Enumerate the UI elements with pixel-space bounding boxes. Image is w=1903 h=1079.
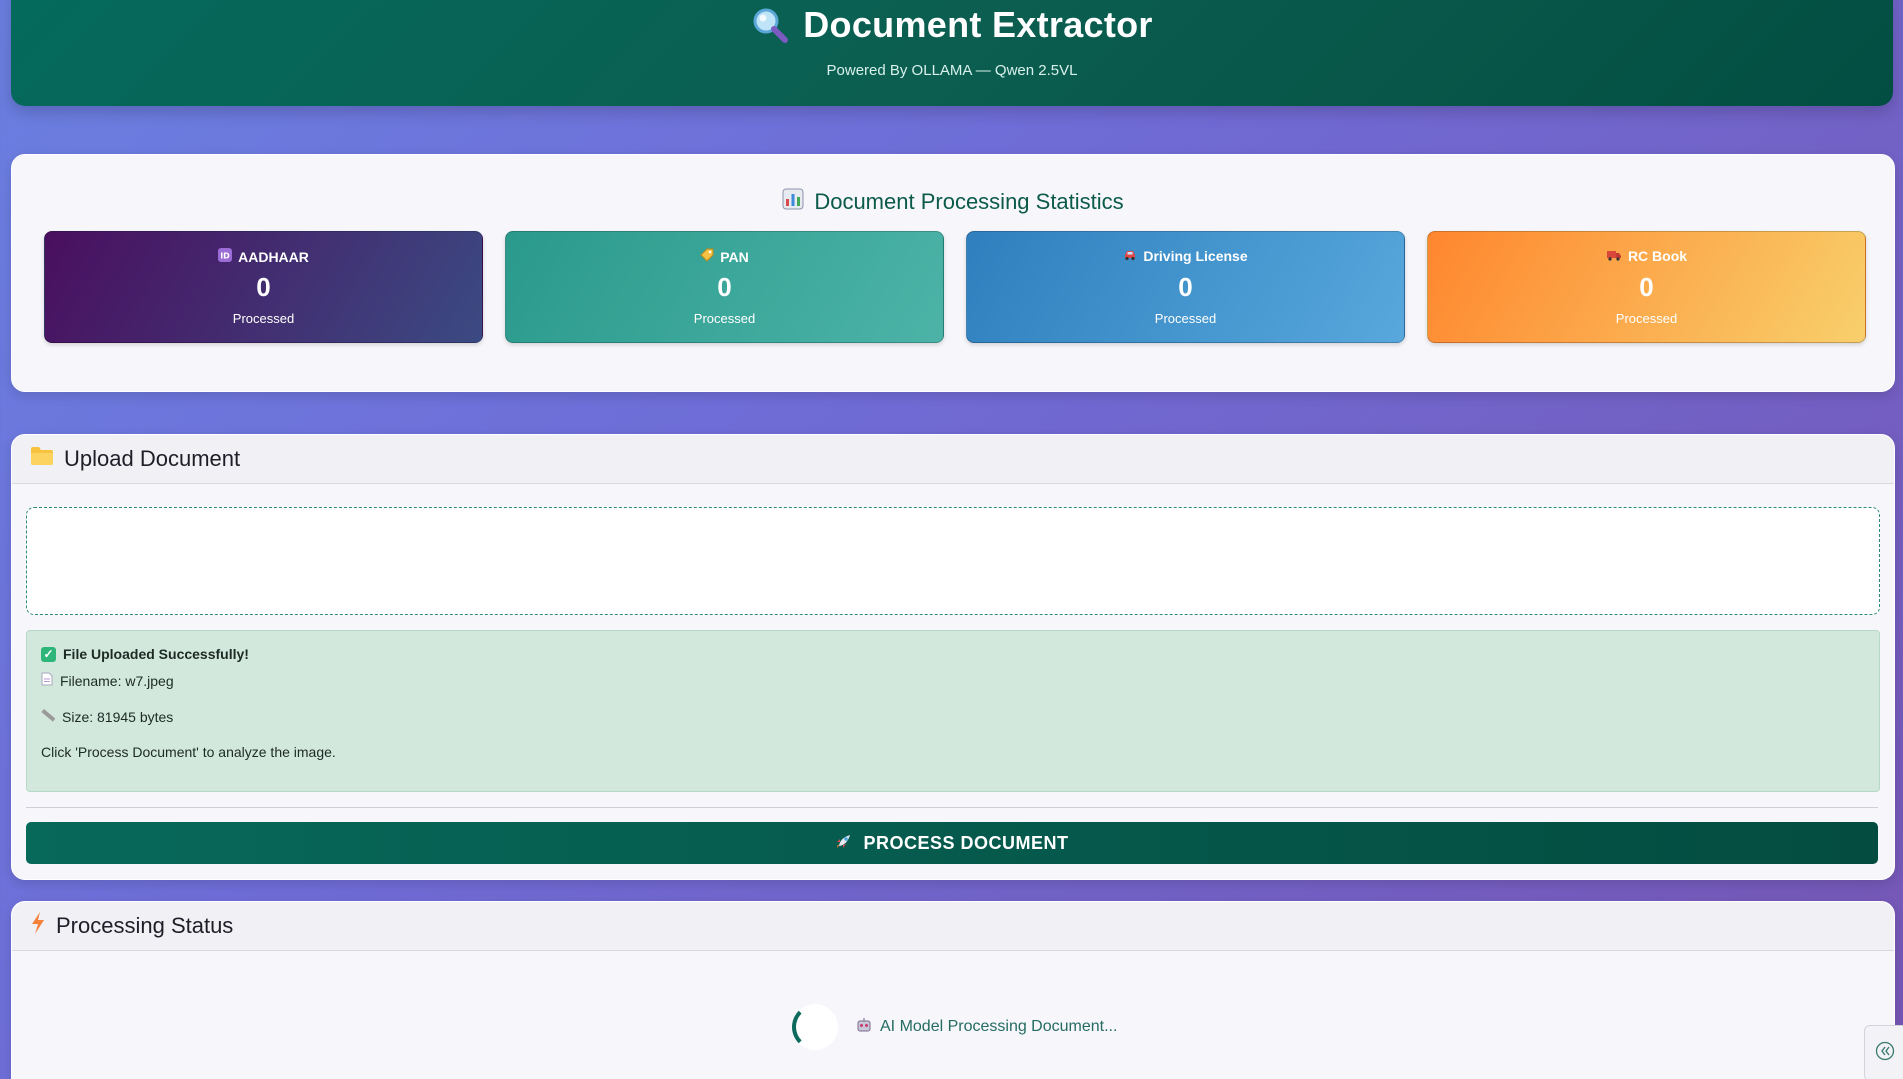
stat-card-rc-book: RC Book 0 Processed — [1427, 231, 1866, 343]
stat-card-aadhaar: ID AADHAAR 0 Processed — [44, 231, 483, 343]
collapse-panel-button[interactable] — [1864, 1025, 1903, 1079]
statistics-card: Document Processing Statistics ID AADHAA… — [11, 154, 1895, 392]
stat-label: PAN — [720, 248, 749, 265]
upload-card-header: Upload Document — [12, 435, 1894, 484]
stat-card-pan: PAN 0 Processed — [505, 231, 944, 343]
file-dropzone[interactable] — [26, 507, 1880, 615]
truck-icon — [1606, 248, 1622, 264]
checkmark-icon: ✓ — [41, 646, 56, 662]
bar-chart-icon — [782, 188, 804, 216]
stat-sub: Processed — [1615, 311, 1678, 326]
stat-sub: Processed — [232, 311, 295, 326]
ruler-icon — [41, 708, 56, 725]
car-icon — [1123, 248, 1137, 264]
statistics-title: Document Processing Statistics — [814, 189, 1124, 214]
success-title: File Uploaded Successfully! — [63, 646, 249, 662]
app-title: Document Extractor — [803, 4, 1153, 45]
statistics-heading: Document Processing Statistics — [12, 188, 1894, 216]
lightning-icon — [30, 912, 46, 940]
stat-label: Driving License — [1143, 248, 1248, 264]
upload-card: Upload Document ✓ File Uploaded Successf… — [11, 434, 1895, 880]
status-card-header: Processing Status — [12, 902, 1894, 951]
stat-card-driving-license: Driving License 0 Processed — [966, 231, 1405, 343]
divider — [26, 807, 1878, 808]
stat-count: 0 — [1639, 272, 1654, 302]
process-hint: Click 'Process Document' to analyze the … — [41, 744, 336, 760]
stat-count: 0 — [256, 272, 271, 302]
spinner-icon — [792, 1004, 838, 1050]
double-chevron-left-icon — [1875, 1041, 1895, 1066]
stat-count: 0 — [717, 272, 732, 302]
stat-label: RC Book — [1627, 248, 1688, 264]
loading-text: AI Model Processing Document... — [880, 1018, 1118, 1035]
filesize-text: Size: 81945 bytes — [62, 708, 174, 725]
process-document-button[interactable]: PROCESS DOCUMENT — [26, 822, 1878, 864]
id-icon: ID — [218, 248, 233, 265]
stat-sub: Processed — [693, 311, 756, 326]
folder-icon — [30, 446, 54, 472]
upload-success-message: ✓ File Uploaded Successfully! Filename: … — [26, 630, 1880, 792]
app-subtitle: Powered By OLLAMA — Qwen 2.5VL — [826, 62, 1078, 79]
filename-text: Filename: w7.jpeg — [60, 672, 174, 689]
document-icon — [41, 672, 53, 689]
svg-text:ID: ID — [220, 252, 230, 261]
stat-grid: ID AADHAAR 0 Processed PAN 0 Processed D… — [44, 231, 1866, 343]
tag-icon — [700, 248, 714, 265]
loading-indicator: AI Model Processing Document... — [792, 1004, 1117, 1050]
status-title: Processing Status — [56, 913, 234, 938]
robot-icon — [856, 1017, 872, 1038]
upload-title: Upload Document — [64, 446, 241, 471]
processing-status-card: Processing Status AI Model Processing Do… — [11, 901, 1895, 1079]
rocket-icon — [835, 832, 853, 855]
app-header: Document Extractor Powered By OLLAMA — Q… — [11, 0, 1893, 106]
process-button-label: PROCESS DOCUMENT — [863, 832, 1069, 853]
stat-label: AADHAAR — [238, 248, 309, 265]
magnifier-icon — [751, 6, 789, 44]
stat-sub: Processed — [1154, 311, 1217, 326]
stat-count: 0 — [1178, 272, 1193, 302]
